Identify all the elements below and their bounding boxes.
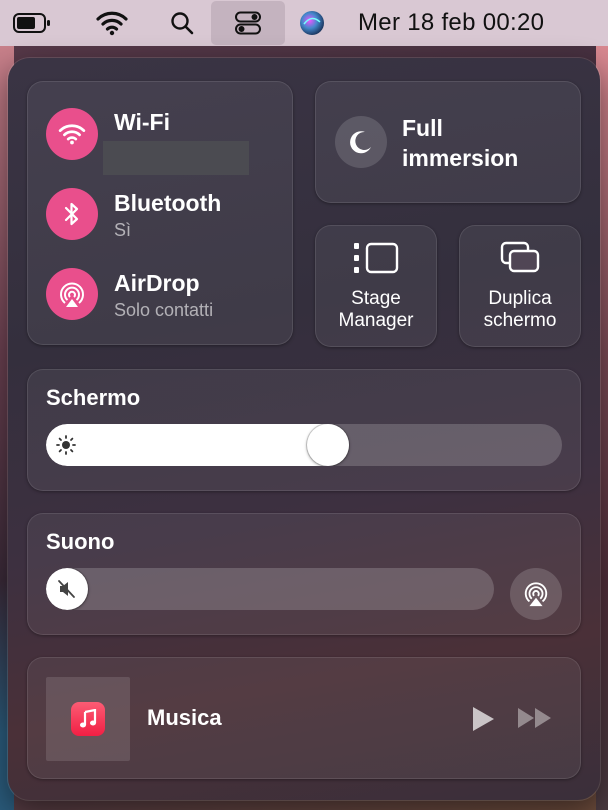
- sun-icon: [56, 435, 76, 460]
- siri-icon[interactable]: [296, 0, 328, 46]
- airdrop-status: Solo contatti: [114, 300, 214, 320]
- focus-module[interactable]: Full immersion: [315, 81, 581, 203]
- display-title: Schermo: [46, 385, 141, 410]
- sound-title: Suono: [46, 529, 115, 554]
- brightness-slider[interactable]: [46, 424, 562, 466]
- music-app-icon: [71, 702, 105, 736]
- screen-mirroring-label: Duplica schermo: [483, 288, 557, 331]
- stage-manager-icon: [315, 241, 437, 281]
- wifi-label: Wi-Fi: [114, 109, 170, 135]
- wifi-icon[interactable]: [92, 0, 132, 46]
- moon-icon: [350, 131, 371, 154]
- control-center-icon[interactable]: [211, 1, 285, 45]
- focus-label: Full immersion: [402, 115, 519, 171]
- volume-slider[interactable]: [46, 568, 494, 610]
- airdrop-icon: [60, 282, 84, 307]
- airdrop-toggle[interactable]: [46, 268, 98, 320]
- now-playing-module[interactable]: Musica: [27, 657, 581, 779]
- wifi-icon: [58, 124, 86, 145]
- now-playing-title: Musica: [147, 705, 222, 730]
- focus-toggle[interactable]: [335, 116, 387, 168]
- bluetooth-toggle[interactable]: [46, 188, 98, 240]
- connectivity-module: Wi-Fi Bluetooth Sì AirDrop Solo contatti: [27, 81, 293, 345]
- airplay-audio-button[interactable]: [510, 568, 562, 620]
- airdrop-label: AirDrop: [114, 270, 200, 296]
- airdrop-item[interactable]: AirDrop Solo contatti: [114, 270, 213, 321]
- fast-forward-icon: [518, 708, 551, 728]
- bluetooth-label: Bluetooth: [114, 190, 222, 216]
- screen-mirroring-button[interactable]: Duplica schermo: [459, 225, 581, 347]
- bluetooth-item[interactable]: Bluetooth Sì: [114, 190, 221, 241]
- display-module: Schermo: [27, 369, 581, 491]
- menu-bar: Mer 18 feb 00:20: [0, 0, 608, 46]
- stage-manager-button[interactable]: Stage Manager: [315, 225, 437, 347]
- stage-manager-label: Stage Manager: [338, 288, 414, 331]
- battery-icon[interactable]: [8, 0, 56, 46]
- control-center-panel: Wi-Fi Bluetooth Sì AirDrop Solo contatti: [8, 58, 600, 800]
- search-icon[interactable]: [164, 0, 200, 46]
- sound-module: Suono: [27, 513, 581, 635]
- bluetooth-icon: [64, 202, 79, 226]
- airplay-audio-icon: [524, 582, 548, 607]
- wifi-item[interactable]: Wi-Fi: [103, 109, 249, 175]
- fast-forward-button[interactable]: [517, 707, 553, 734]
- brightness-fill: [46, 424, 349, 466]
- play-icon: [473, 707, 494, 731]
- wifi-toggle[interactable]: [46, 108, 98, 160]
- menu-bar-clock[interactable]: Mer 18 feb 00:20: [358, 0, 544, 46]
- volume-knob[interactable]: [46, 568, 88, 610]
- screen-mirroring-icon: [459, 241, 581, 281]
- speaker-muted-icon: [58, 580, 75, 598]
- bluetooth-status: Sì: [114, 220, 132, 240]
- wifi-network-name-redacted: [103, 141, 249, 175]
- brightness-knob[interactable]: [307, 424, 349, 466]
- play-button[interactable]: [470, 705, 496, 738]
- album-art: [46, 677, 130, 761]
